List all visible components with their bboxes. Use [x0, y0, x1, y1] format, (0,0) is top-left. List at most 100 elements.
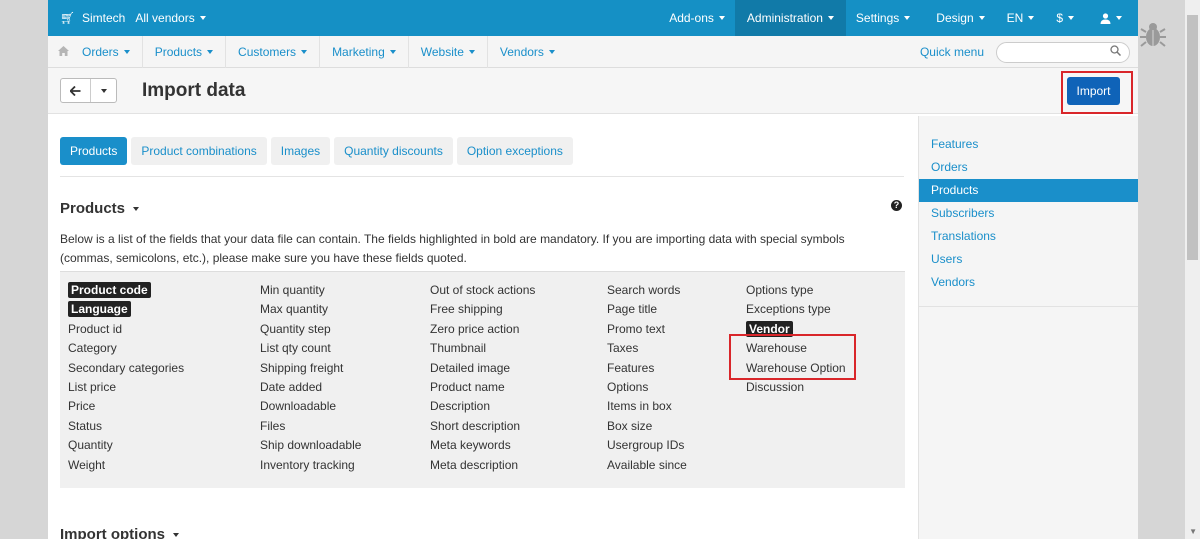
field-item: Category — [68, 341, 117, 356]
chevron-down-icon — [301, 49, 308, 54]
field-item: Quantity step — [260, 321, 331, 336]
top-navbar: 🛒︎ Simtech All vendors Add-ons Administr… — [48, 0, 1138, 36]
field-item: Weight — [68, 457, 106, 472]
field-item: Language — [68, 300, 184, 319]
field-item: Options — [607, 379, 649, 394]
field-item: Price — [68, 399, 96, 414]
chevron-down-icon — [1028, 16, 1035, 20]
menu-currency-label: $ — [1056, 11, 1063, 25]
brand[interactable]: 🛒︎ Simtech — [48, 0, 125, 36]
field-item: Taxes — [607, 341, 639, 356]
tab-option-exceptions[interactable]: Option exceptions — [456, 137, 573, 165]
chevron-down-icon — [827, 16, 834, 20]
bug-icon[interactable] — [1140, 20, 1166, 50]
field-item: Ship downloadable — [260, 438, 362, 453]
section-title-products[interactable]: Products — [60, 200, 140, 217]
scrollbar-thumb[interactable] — [1187, 15, 1198, 260]
field-item: Description — [430, 399, 491, 414]
menu-settings[interactable]: Settings — [846, 0, 920, 36]
fields-column-3: Out of stock actions Free shipping Zero … — [430, 281, 535, 475]
field-item: Exceptions type — [746, 302, 831, 317]
nav-orders[interactable]: Orders — [78, 35, 143, 68]
admin-window: 🛒︎ Simtech All vendors Add-ons Administr… — [48, 0, 1138, 539]
sidebar-item-features[interactable]: Features — [919, 133, 1138, 156]
nav-customers[interactable]: Customers — [226, 35, 321, 68]
tab-products[interactable]: Products — [60, 137, 128, 165]
field-label: Product code — [68, 282, 151, 298]
sidebar-item-products[interactable]: Products — [919, 179, 1138, 202]
field-item: Meta description — [430, 457, 519, 472]
nav-products[interactable]: Products — [143, 35, 227, 68]
field-item: Downloadable — [260, 399, 337, 414]
field-item: Files — [260, 418, 286, 433]
sidebar-item-subscribers[interactable]: Subscribers — [919, 202, 1138, 225]
highlight-box-import — [1061, 71, 1133, 114]
quick-menu-link[interactable]: Quick menu — [920, 36, 984, 68]
chevron-down-icon — [389, 49, 396, 54]
field-item: Meta keywords — [430, 438, 511, 453]
menu-user[interactable] — [1086, 0, 1138, 36]
field-item: Detailed image — [430, 360, 511, 375]
sidebar-item-orders[interactable]: Orders — [919, 156, 1138, 179]
import-tabs: Products Product combinations Images Qua… — [60, 137, 577, 165]
section-title-label: Products — [60, 200, 126, 217]
field-item: Status — [68, 418, 103, 433]
search-icon[interactable] — [1110, 45, 1122, 59]
quick-menu-label: Quick menu — [919, 45, 984, 59]
divider — [60, 176, 904, 177]
chevron-down-icon — [207, 49, 214, 54]
help-icon[interactable]: ? — [891, 200, 902, 211]
field-item: Inventory tracking — [260, 457, 355, 472]
field-item: Product name — [430, 379, 505, 394]
tab-product-combinations[interactable]: Product combinations — [131, 137, 267, 165]
field-item: Options type — [746, 283, 814, 297]
menu-language[interactable]: EN — [997, 0, 1045, 36]
menu-settings-label: Settings — [855, 11, 900, 25]
menu-addons[interactable]: Add-ons — [659, 0, 735, 36]
field-item: Out of stock actions — [430, 283, 536, 297]
chevron-down-icon — [1068, 16, 1074, 20]
vendor-select[interactable]: All vendors — [125, 0, 215, 36]
chevron-down-icon — [133, 207, 140, 212]
top-right-menu: Add-ons Administration Settings Design E… — [659, 0, 1138, 36]
vendor-select-label: All vendors — [135, 11, 195, 25]
fields-column-1: Product code Language Product id Categor… — [68, 281, 184, 475]
nav-marketing[interactable]: Marketing — [320, 35, 409, 68]
tab-images[interactable]: Images — [270, 137, 331, 165]
nav-vendors-label: Vendors — [499, 44, 544, 59]
sidebar-item-vendors[interactable]: Vendors — [919, 271, 1138, 294]
menu-currency[interactable]: $ — [1044, 0, 1086, 36]
chevron-down-icon — [1116, 16, 1122, 20]
field-item: List price — [68, 379, 117, 394]
divider — [919, 306, 1138, 307]
sidebar-item-translations[interactable]: Translations — [919, 225, 1138, 248]
tab-quantity-discounts[interactable]: Quantity discounts — [334, 137, 453, 165]
brand-label: Simtech — [82, 11, 126, 25]
menu-design[interactable]: Design — [920, 0, 996, 36]
field-item: List qty count — [260, 341, 331, 356]
menu-administration[interactable]: Administration — [734, 0, 846, 36]
sidebar-list: Features Orders Products Subscribers Tra… — [919, 133, 1138, 294]
fields-description: Below is a list of the fields that your … — [60, 232, 845, 265]
field-item: Thumbnail — [430, 341, 487, 356]
nav-products-label: Products — [154, 44, 203, 59]
nav-vendors[interactable]: Vendors — [488, 36, 567, 68]
back-button[interactable] — [61, 79, 91, 102]
section-title-import-options[interactable]: Import options — [60, 526, 179, 539]
back-history-dropdown[interactable] — [91, 79, 116, 102]
search-input[interactable] — [996, 42, 1130, 63]
main-content: Products Product combinations Images Qua… — [48, 116, 918, 539]
scrollbar[interactable]: ▼ — [1185, 0, 1200, 539]
nav-website[interactable]: Website — [409, 35, 488, 68]
secondary-navbar: Orders Products Customers Marketing Webs… — [48, 35, 1138, 68]
chevron-down-icon — [173, 533, 179, 538]
chevron-down-icon — [978, 16, 985, 20]
sidebar: Features Orders Products Subscribers Tra… — [918, 116, 1138, 539]
field-item: Search words — [607, 283, 681, 297]
scroll-down-arrow-icon[interactable]: ▼ — [1189, 527, 1197, 536]
arrow-left-icon — [69, 85, 81, 97]
field-item: Promo text — [607, 321, 666, 336]
home-icon[interactable] — [48, 45, 78, 59]
highlight-box-warehouse — [729, 334, 856, 380]
sidebar-item-users[interactable]: Users — [919, 248, 1138, 271]
